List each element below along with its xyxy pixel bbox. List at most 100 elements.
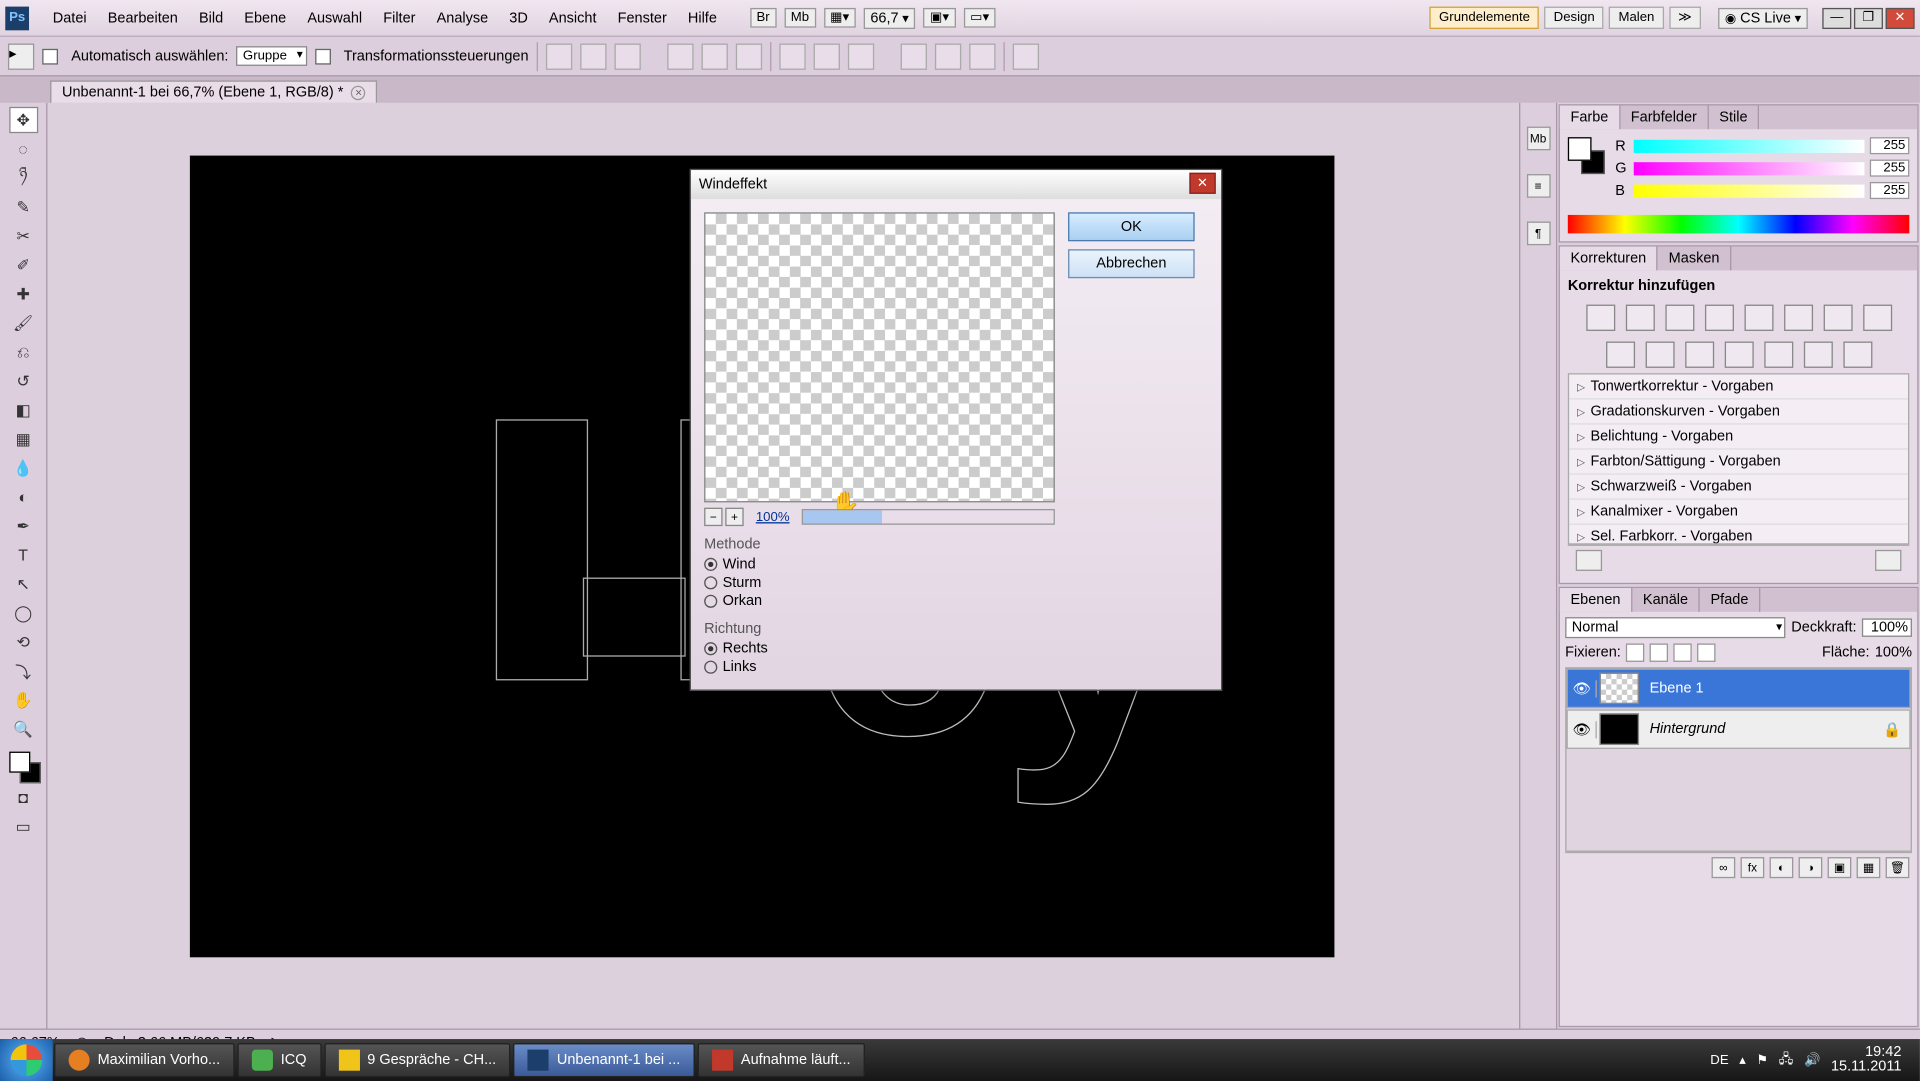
layer-name[interactable]: Hintergrund <box>1642 721 1734 737</box>
align-btn-1[interactable] <box>546 43 572 69</box>
color-swatch[interactable] <box>6 749 40 783</box>
b-slider[interactable] <box>1634 184 1865 197</box>
preset-schwarzweiss[interactable]: Schwarzweiß - Vorgaben <box>1569 475 1908 500</box>
ok-button[interactable]: OK <box>1068 212 1195 241</box>
lock-transparency-icon[interactable] <box>1626 643 1644 661</box>
quick-select-tool[interactable]: ✎ <box>9 194 38 220</box>
move-tool-preset[interactable]: ▸ <box>8 43 34 69</box>
blend-mode-dropdown[interactable]: Normal <box>1565 617 1786 638</box>
align-btn-3[interactable] <box>614 43 640 69</box>
eraser-tool[interactable]: ◧ <box>9 397 38 423</box>
brush-tool[interactable]: 🖌 <box>9 310 38 336</box>
healing-tool[interactable]: ✚ <box>9 281 38 307</box>
adj-photofilter-icon[interactable] <box>1605 342 1634 368</box>
menu-auswahl[interactable]: Auswahl <box>297 5 373 31</box>
language-indicator[interactable]: DE <box>1710 1053 1728 1068</box>
document-tab[interactable]: Unbenannt-1 bei 66,7% (Ebene 1, RGB/8) *… <box>50 80 378 102</box>
workspace-grundelemente[interactable]: Grundelemente <box>1430 7 1539 29</box>
tab-kanaele[interactable]: Kanäle <box>1632 588 1700 612</box>
lasso-tool[interactable]: ཉ <box>9 165 38 191</box>
start-button[interactable] <box>0 1039 53 1081</box>
adjustment-layer-button[interactable]: ◑ <box>1799 857 1823 878</box>
close-tab-icon[interactable]: × <box>351 85 366 100</box>
preset-farbton[interactable]: Farbton/Sättigung - Vorgaben <box>1569 450 1908 475</box>
cslive-button[interactable]: ◉ CS Live ▾ <box>1718 7 1807 28</box>
zoom-tool[interactable]: 🔍 <box>9 716 38 742</box>
menu-analyse[interactable]: Analyse <box>426 5 499 31</box>
dist-btn-1[interactable] <box>779 43 805 69</box>
tray-flag-icon[interactable]: ⚑ <box>1756 1053 1768 1068</box>
tab-korrekturen[interactable]: Korrekturen <box>1560 247 1658 271</box>
zoom-level[interactable]: 66,7 ▾ <box>864 7 916 28</box>
adj-trash-button[interactable] <box>1875 550 1901 571</box>
window-close[interactable]: ✕ <box>1886 7 1915 28</box>
shape-tool[interactable]: ◯ <box>9 600 38 626</box>
preview-zoom-value[interactable]: 100% <box>746 510 799 525</box>
dist-btn-4[interactable] <box>900 43 926 69</box>
visibility-icon[interactable]: 👁 <box>1568 680 1597 697</box>
blur-tool[interactable]: 💧 <box>9 455 38 481</box>
auto-align-button[interactable] <box>1012 43 1038 69</box>
tray-volume-icon[interactable]: 🔊 <box>1804 1053 1820 1068</box>
new-layer-button[interactable]: ▦ <box>1857 857 1881 878</box>
radio-rechts[interactable]: Rechts <box>704 640 1055 658</box>
taskbar-icq[interactable]: ICQ <box>237 1043 321 1077</box>
layer-ebene1[interactable]: 👁 Ebene 1 <box>1566 669 1910 709</box>
workspace-design[interactable]: Design <box>1544 7 1604 29</box>
transform-controls-checkbox[interactable] <box>315 48 331 64</box>
arrange-button[interactable]: ▣▾ <box>923 8 955 28</box>
preset-selfarbkorr[interactable]: Sel. Farbkorr. - Vorgaben <box>1569 525 1908 545</box>
tab-farbe[interactable]: Farbe <box>1560 105 1620 129</box>
preset-gradation[interactable]: Gradationskurven - Vorgaben <box>1569 400 1908 425</box>
g-value[interactable]: 255 <box>1870 160 1910 177</box>
menu-3d[interactable]: 3D <box>499 5 539 31</box>
menu-ansicht[interactable]: Ansicht <box>538 5 607 31</box>
lock-all-icon[interactable] <box>1697 643 1715 661</box>
delete-layer-button[interactable]: 🗑 <box>1886 857 1910 878</box>
cancel-button[interactable]: Abbrechen <box>1068 249 1195 278</box>
adj-brightness-icon[interactable] <box>1586 305 1615 331</box>
auto-select-dropdown[interactable]: Gruppe <box>236 46 306 66</box>
color-spectrum[interactable] <box>1568 215 1910 233</box>
quickmask-button[interactable]: ◘ <box>9 785 38 811</box>
tab-farbfelder[interactable]: Farbfelder <box>1620 105 1709 129</box>
layer-name[interactable]: Ebene 1 <box>1642 680 1712 696</box>
preset-kanalmixer[interactable]: Kanalmixer - Vorgaben <box>1569 500 1908 525</box>
dialog-close-button[interactable]: ✕ <box>1189 173 1215 194</box>
history-panel-icon[interactable]: ≡ <box>1526 174 1550 198</box>
tab-stile[interactable]: Stile <box>1709 105 1760 129</box>
tab-ebenen[interactable]: Ebenen <box>1560 588 1632 612</box>
dialog-preview[interactable]: ✋ <box>704 212 1055 502</box>
color-swatch-panel[interactable] <box>1568 137 1605 174</box>
hand-tool[interactable]: ✋ <box>9 687 38 713</box>
auto-select-checkbox[interactable] <box>42 48 58 64</box>
paragraph-panel-icon[interactable]: ¶ <box>1526 222 1550 246</box>
adj-levels-icon[interactable] <box>1625 305 1654 331</box>
layer-thumb[interactable] <box>1599 672 1639 704</box>
adj-gradientmap-icon[interactable] <box>1803 342 1832 368</box>
visibility-icon[interactable]: 👁 <box>1568 721 1597 738</box>
r-slider[interactable] <box>1634 139 1865 152</box>
link-layers-button[interactable]: ∞ <box>1712 857 1736 878</box>
group-button[interactable]: ▣ <box>1828 857 1852 878</box>
tab-masken[interactable]: Masken <box>1658 247 1731 271</box>
type-tool[interactable]: T <box>9 542 38 568</box>
menu-hilfe[interactable]: Hilfe <box>677 5 727 31</box>
gradient-tool[interactable]: ▦ <box>9 426 38 452</box>
g-slider[interactable] <box>1634 162 1865 175</box>
preset-belichtung[interactable]: Belichtung - Vorgaben <box>1569 425 1908 450</box>
adj-selective-icon[interactable] <box>1843 342 1872 368</box>
radio-sturm[interactable]: Sturm <box>704 574 1055 592</box>
b-value[interactable]: 255 <box>1870 182 1910 199</box>
adj-invert-icon[interactable] <box>1685 342 1714 368</box>
taskbar-chats[interactable]: 9 Gespräche - CH... <box>324 1043 511 1077</box>
zoom-in-button[interactable]: + <box>725 508 743 526</box>
adj-channelmixer-icon[interactable] <box>1645 342 1674 368</box>
dodge-tool[interactable]: ◐ <box>9 484 38 510</box>
taskbar-recording[interactable]: Aufnahme läuft... <box>697 1043 865 1077</box>
layer-thumb[interactable] <box>1599 713 1639 745</box>
radio-wind[interactable]: Wind <box>704 555 1055 573</box>
radio-links[interactable]: Links <box>704 658 1055 676</box>
adj-vibrance-icon[interactable] <box>1744 305 1773 331</box>
taskbar-photoshop[interactable]: Unbenannt-1 bei ... <box>513 1043 694 1077</box>
